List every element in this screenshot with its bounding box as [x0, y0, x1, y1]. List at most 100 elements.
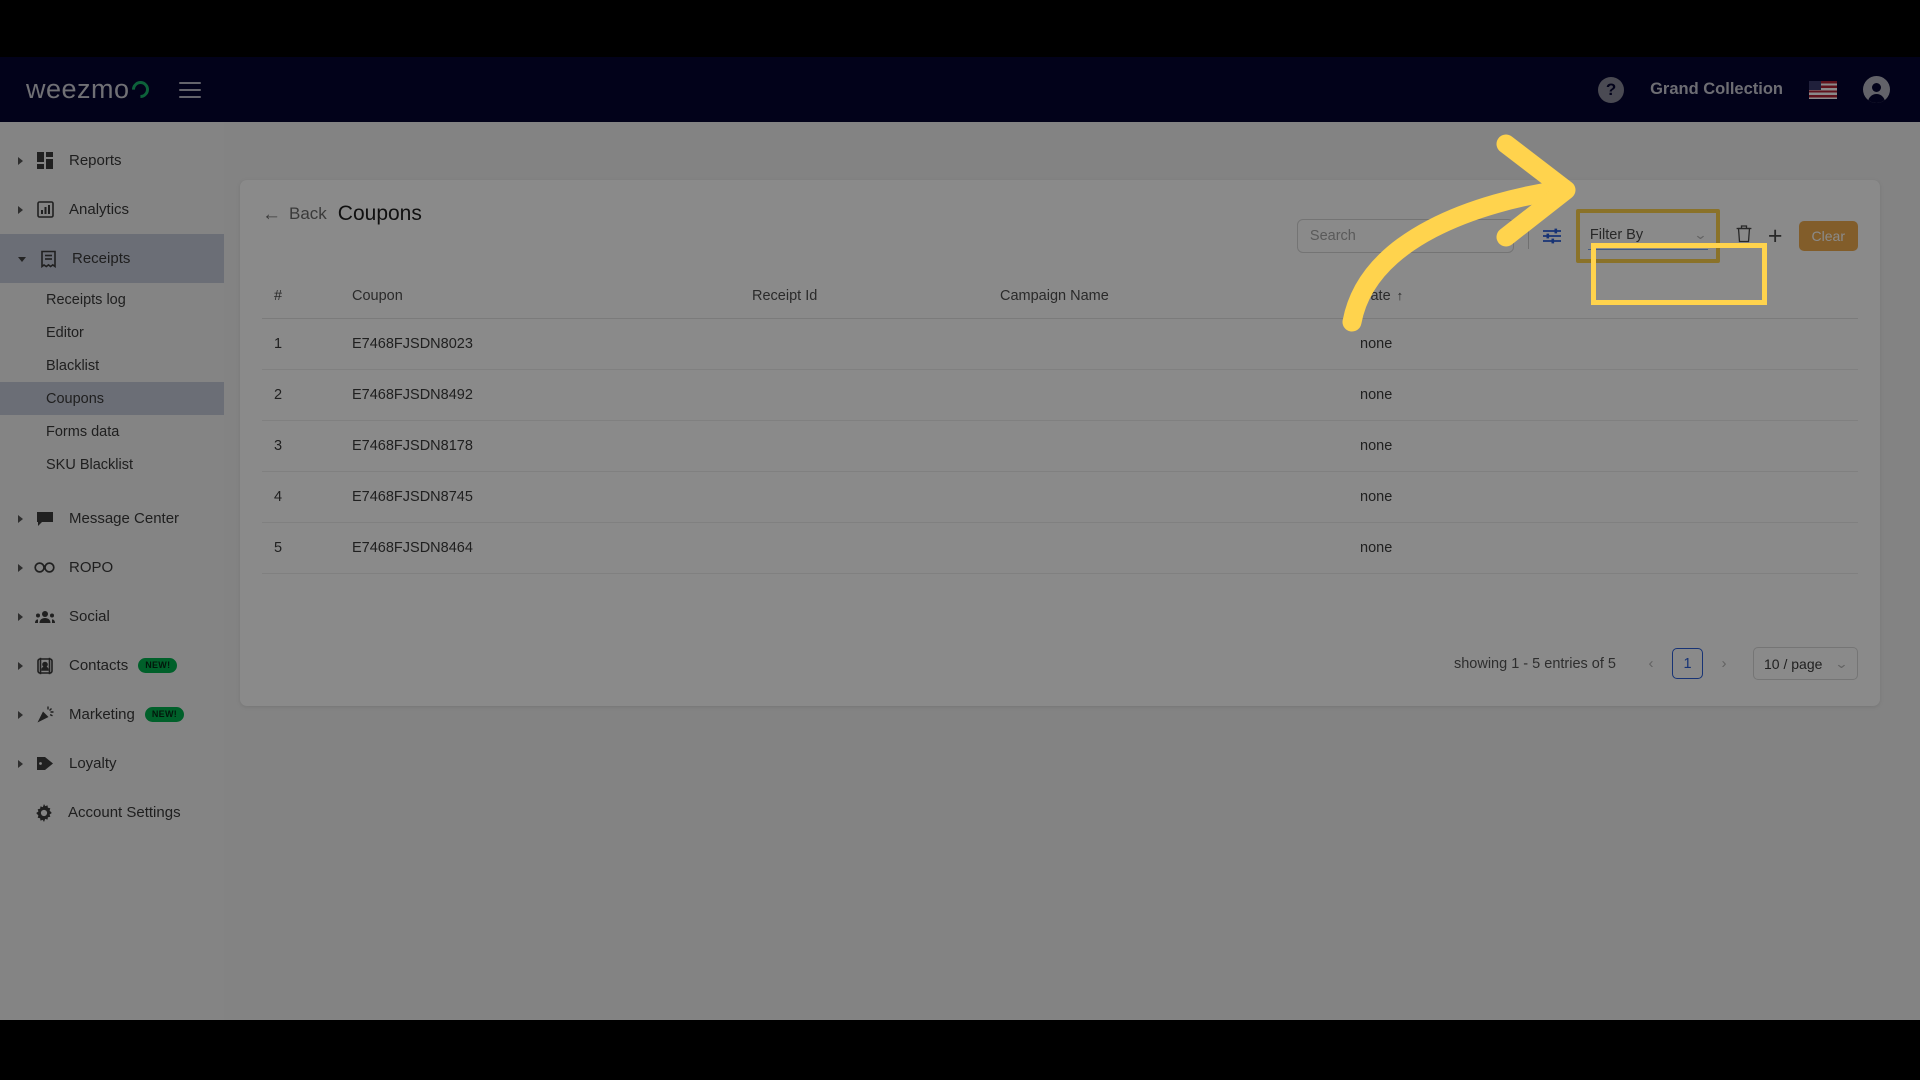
sidebar-item-label: Analytics: [69, 201, 130, 218]
search-input[interactable]: [1296, 219, 1514, 253]
sort-ascending-icon: ↑: [1396, 288, 1404, 303]
sidebar-subitem-forms-data[interactable]: Forms data: [0, 415, 224, 448]
cell-receipt-id: [752, 522, 1000, 574]
sidebar-subitem-receipts-log[interactable]: Receipts log: [0, 283, 224, 316]
page-number-1[interactable]: 1: [1672, 648, 1703, 679]
cell-date: none: [1360, 369, 1858, 421]
sidebar-item-account-settings[interactable]: Account Settings: [0, 788, 224, 837]
coupons-table-wrapper: # Coupon Receipt Id Campaign Name Date ↑: [262, 278, 1858, 574]
filter-by-label: Filter By: [1589, 226, 1644, 243]
cell-date: none: [1360, 420, 1858, 472]
chevron-right-icon: [18, 514, 23, 523]
cell-coupon: E7468FJSDN8464: [352, 522, 752, 574]
coupons-card: ← Back Coupons Search Filter By ⌄ + Clea…: [240, 180, 1880, 706]
cell-campaign-name: [1000, 369, 1360, 421]
screen-root: weezmo ? Grand Collection Reports Analyt…: [0, 0, 1920, 1080]
per-page-dropdown[interactable]: 10 / page ⌄: [1753, 647, 1858, 680]
main-content: ← Back Coupons Search Filter By ⌄ + Clea…: [224, 122, 1920, 1020]
sidebar-item-label: Reports: [69, 152, 122, 169]
sidebar-subitem-sku-blacklist[interactable]: SKU Blacklist: [0, 448, 224, 481]
sidebar-item-marketing[interactable]: Marketing NEW!: [0, 690, 224, 739]
sidebar-item-label: Social: [69, 608, 110, 625]
chevron-right-icon: [18, 205, 23, 214]
cell-receipt-id: [752, 318, 1000, 370]
back-label: Back: [289, 204, 327, 223]
hamburger-line: [178, 81, 201, 84]
hamburger-line: [178, 88, 201, 91]
us-flag-icon[interactable]: [1809, 80, 1837, 99]
arrow-left-icon: ←: [262, 203, 281, 225]
navbar-right-group: ? Grand Collection: [1598, 76, 1890, 103]
sidebar-item-label: ROPO: [69, 559, 114, 576]
chevron-down-icon: ⌄: [1834, 655, 1849, 671]
sidebar-subitem-label: Blacklist: [46, 357, 100, 374]
user-avatar-icon[interactable]: [1863, 76, 1890, 103]
cell-coupon: E7468FJSDN8745: [352, 471, 752, 523]
sidebar-item-label: Contacts: [69, 657, 129, 674]
contact-card-icon: [34, 656, 56, 676]
sidebar-item-analytics[interactable]: Analytics: [0, 185, 224, 234]
chevron-left-icon[interactable]: ‹: [1636, 649, 1666, 679]
sidebar-item-label: Loyalty: [69, 755, 117, 772]
table-header-row: # Coupon Receipt Id Campaign Name Date ↑: [262, 278, 1858, 319]
per-page-label: 10 / page: [1764, 655, 1823, 672]
cell-coupon: E7468FJSDN8023: [352, 318, 752, 370]
column-header-campaign-name[interactable]: Campaign Name: [1000, 278, 1360, 319]
help-question-icon[interactable]: ?: [1598, 76, 1625, 103]
table-row[interactable]: 1 E7468FJSDN8023 none: [262, 318, 1858, 370]
table-row[interactable]: 5 E7468FJSDN8464 none: [262, 522, 1858, 574]
plus-icon[interactable]: +: [1768, 223, 1783, 249]
chevron-right-icon: [18, 563, 23, 572]
sidebar-subitem-blacklist[interactable]: Blacklist: [0, 349, 224, 382]
sidebar-subitem-label: Forms data: [46, 423, 120, 440]
sidebar-subitem-coupons[interactable]: Coupons: [0, 382, 224, 415]
column-header-receipt-id[interactable]: Receipt Id: [752, 278, 1000, 319]
brand-circle-icon: [128, 77, 153, 102]
column-header-coupon[interactable]: Coupon: [352, 278, 752, 319]
column-header-date[interactable]: Date ↑: [1360, 278, 1858, 319]
cell-campaign-name: [1000, 420, 1360, 472]
filter-by-highlight-box: Filter By ⌄: [1575, 209, 1720, 263]
sidebar-item-label: Account Settings: [68, 804, 181, 821]
cell-campaign-name: [1000, 522, 1360, 574]
showing-entries-label: showing 1 - 5 entries of 5: [1453, 655, 1616, 672]
sidebar-item-ropo[interactable]: ROPO: [0, 543, 224, 592]
cell-index: 4: [262, 471, 352, 523]
cell-coupon: E7468FJSDN8492: [352, 369, 752, 421]
sidebar-subitem-label: Editor: [46, 324, 84, 341]
application-viewport: weezmo ? Grand Collection Reports Analyt…: [0, 57, 1920, 1020]
bar-chart-icon: [34, 200, 56, 220]
chevron-down-icon: [18, 257, 26, 262]
sidebar-subitem-label: Coupons: [46, 390, 105, 407]
sidebar-nav: Reports Analytics Receipts Receipts log …: [0, 122, 224, 1020]
coupons-table: # Coupon Receipt Id Campaign Name Date ↑: [262, 278, 1858, 574]
sidebar-item-reports[interactable]: Reports: [0, 136, 224, 185]
sidebar-item-loyalty[interactable]: Loyalty: [0, 739, 224, 788]
status-badge-new: NEW!: [138, 658, 178, 673]
cell-index: 5: [262, 522, 352, 574]
sidebar-item-contacts[interactable]: Contacts NEW!: [0, 641, 224, 690]
hamburger-menu-icon[interactable]: [178, 81, 201, 98]
cell-date: none: [1360, 471, 1858, 523]
back-button[interactable]: ← Back: [262, 204, 327, 224]
table-row[interactable]: 3 E7468FJSDN8178 none: [262, 420, 1858, 472]
cell-index: 2: [262, 369, 352, 421]
receipt-icon: [37, 249, 59, 269]
chevron-right-icon[interactable]: ›: [1709, 649, 1739, 679]
sidebar-item-label: Marketing: [69, 706, 135, 723]
sidebar-subitem-editor[interactable]: Editor: [0, 316, 224, 349]
table-row[interactable]: 2 E7468FJSDN8492 none: [262, 369, 1858, 421]
sidebar-item-social[interactable]: Social: [0, 592, 224, 641]
weezmo-logo[interactable]: weezmo: [26, 74, 153, 105]
sidebar-item-message-center[interactable]: Message Center: [0, 494, 224, 543]
table-toolbar: Filter By ⌄ + Clear: [1296, 209, 1858, 263]
clear-button[interactable]: Clear: [1798, 221, 1858, 251]
gear-icon: [33, 803, 55, 823]
filter-sliders-icon[interactable]: [1542, 227, 1562, 245]
sidebar-subitem-label: SKU Blacklist: [46, 456, 134, 473]
trash-icon[interactable]: [1736, 224, 1752, 248]
column-header-index[interactable]: #: [262, 278, 352, 319]
sidebar-item-receipts[interactable]: Receipts: [0, 234, 224, 283]
table-row[interactable]: 4 E7468FJSDN8745 none: [262, 471, 1858, 523]
filter-by-dropdown[interactable]: Filter By ⌄: [1587, 222, 1708, 250]
